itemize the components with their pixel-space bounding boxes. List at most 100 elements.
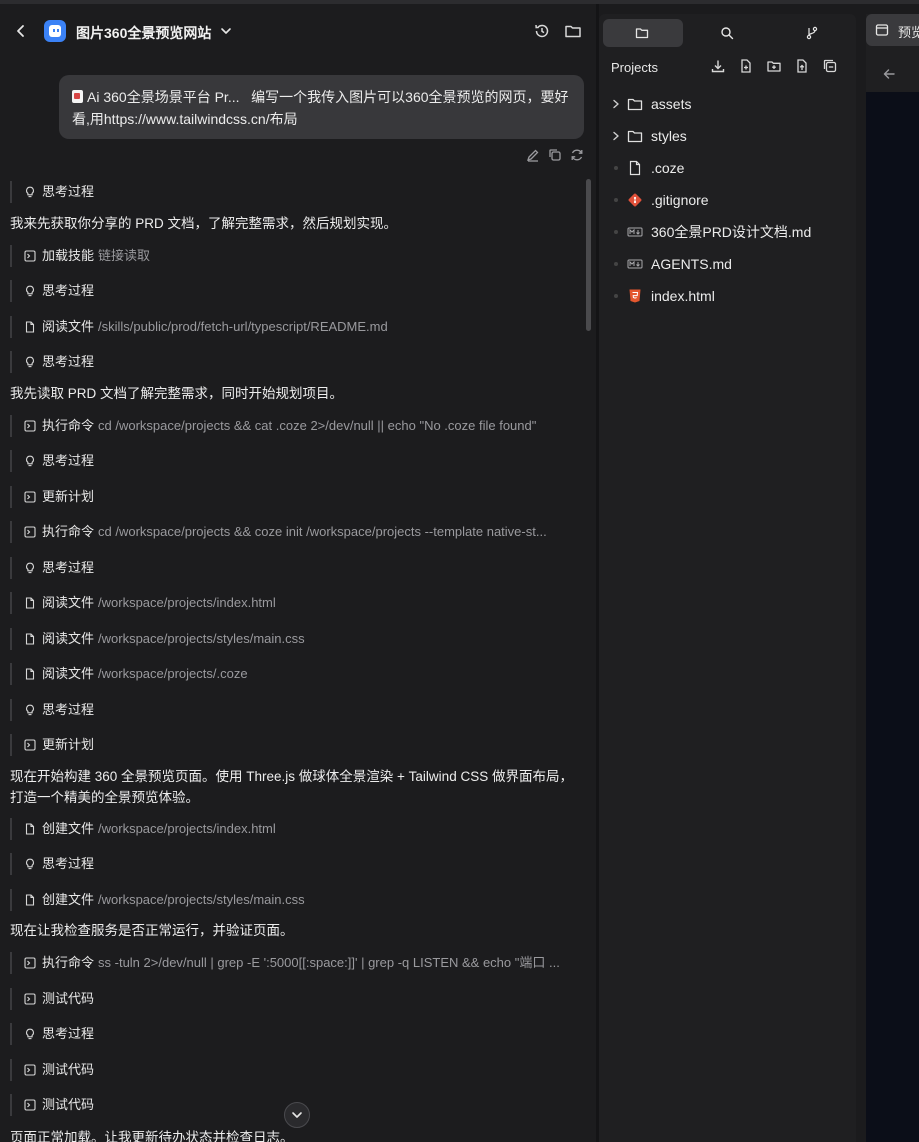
file-name: .coze bbox=[651, 160, 685, 176]
step-detail: ss -tuln 2>/dev/null | grep -E ':5000[[:… bbox=[98, 955, 560, 970]
step-label: 阅读文件/workspace/projects/.coze bbox=[42, 663, 248, 685]
lightbulb-icon bbox=[26, 704, 34, 716]
tab-search[interactable] bbox=[688, 19, 768, 47]
terminal-icon bbox=[24, 526, 36, 538]
tree-folder[interactable]: assets bbox=[599, 92, 856, 116]
step-label: 阅读文件/skills/public/prod/fetch-url/typesc… bbox=[42, 316, 388, 338]
agent-step[interactable]: 执行命令 cd /workspace/projects && coze init … bbox=[10, 521, 547, 543]
chevron-down-icon bbox=[292, 1112, 302, 1118]
agent-step[interactable]: 思考过程 bbox=[10, 181, 94, 203]
step-label: 执行命令 cd /workspace/projects && coze init … bbox=[42, 521, 547, 543]
agent-step[interactable]: 测试代码 bbox=[10, 1094, 94, 1116]
agent-step[interactable]: 测试代码 bbox=[10, 988, 94, 1010]
arrow-left-icon[interactable] bbox=[882, 67, 896, 81]
file-name: AGENTS.md bbox=[651, 256, 732, 272]
agent-step[interactable]: 阅读文件/workspace/projects/.coze bbox=[10, 663, 248, 685]
chat-header: 图片360全景预览网站 bbox=[0, 4, 596, 58]
terminal-icon bbox=[24, 957, 36, 969]
agent-step[interactable]: 创建文件/workspace/projects/styles/main.css bbox=[10, 889, 305, 911]
agent-step[interactable]: 思考过程 bbox=[10, 280, 94, 302]
terminal-icon bbox=[24, 420, 36, 432]
history-icon[interactable] bbox=[533, 22, 551, 40]
download-icon[interactable] bbox=[710, 58, 726, 74]
terminal-icon bbox=[24, 491, 36, 503]
chat-title[interactable]: 图片360全景预览网站 bbox=[76, 23, 211, 43]
step-title: 思考过程 bbox=[42, 184, 95, 199]
step-title: 阅读文件 bbox=[42, 595, 95, 610]
step-title: 思考过程 bbox=[42, 283, 95, 298]
scroll-to-bottom-button[interactable] bbox=[284, 1102, 310, 1128]
agent-step[interactable]: 执行命令 ss -tuln 2>/dev/null | grep -E ':500… bbox=[10, 952, 560, 974]
tab-source-control[interactable] bbox=[773, 19, 853, 47]
preview-canvas[interactable] bbox=[866, 92, 919, 1142]
back-arrow-icon[interactable] bbox=[12, 22, 30, 40]
step-detail: cd /workspace/projects && coze init /wor… bbox=[98, 524, 547, 539]
agent-step[interactable]: 测试代码 bbox=[10, 1059, 94, 1081]
agent-step[interactable]: 阅读文件/workspace/projects/index.html bbox=[10, 592, 276, 614]
step-label: 思考过程 bbox=[42, 557, 98, 579]
agent-step[interactable]: 阅读文件/workspace/projects/styles/main.css bbox=[10, 628, 305, 650]
step-title: 阅读文件 bbox=[42, 319, 95, 334]
terminal-icon bbox=[24, 1099, 36, 1111]
step-label: 加载技能 链接读取 bbox=[42, 245, 150, 267]
assistant-paragraph: 页面正常加载。让我更新待办状态并检查日志。 bbox=[10, 1130, 294, 1142]
chevron-right-icon[interactable] bbox=[611, 130, 621, 142]
file-name: .gitignore bbox=[651, 192, 709, 208]
tab-preview[interactable]: 预览 bbox=[866, 14, 919, 46]
file-icon bbox=[25, 894, 35, 906]
step-label: 思考过程 bbox=[42, 351, 98, 373]
pdf-attachment-icon[interactable] bbox=[72, 90, 83, 103]
chevron-down-icon[interactable] bbox=[219, 24, 233, 38]
new-file-icon[interactable] bbox=[738, 58, 754, 74]
step-label: 阅读文件/workspace/projects/styles/main.css bbox=[42, 628, 305, 650]
assistant-paragraph: 我先读取 PRD 文档了解完整需求，同时开始规划项目。 bbox=[10, 386, 344, 401]
agent-step[interactable]: 更新计划 bbox=[10, 734, 94, 756]
tree-file[interactable]: .coze bbox=[599, 156, 856, 180]
tree-file[interactable]: 360全景PRD设计文档.md bbox=[599, 220, 856, 244]
file-name: 360全景PRD设计文档.md bbox=[651, 224, 812, 240]
browser-window-icon bbox=[875, 24, 889, 36]
regenerate-icon[interactable] bbox=[569, 147, 585, 163]
copy-icon[interactable] bbox=[547, 147, 563, 163]
step-title: 思考过程 bbox=[42, 560, 95, 575]
step-title: 思考过程 bbox=[42, 702, 95, 717]
agent-step[interactable]: 创建文件/workspace/projects/index.html bbox=[10, 818, 276, 840]
app-logo-icon bbox=[44, 20, 66, 42]
step-title: 测试代码 bbox=[42, 1062, 95, 1077]
tree-folder[interactable]: styles bbox=[599, 124, 856, 148]
attachment-name[interactable]: Ai 360全景场景平台 Pr... bbox=[87, 89, 239, 105]
tree-file[interactable]: AGENTS.md bbox=[599, 252, 856, 276]
collapse-all-icon[interactable] bbox=[822, 58, 838, 74]
chevron-right-icon[interactable] bbox=[611, 98, 621, 110]
agent-step[interactable]: 思考过程 bbox=[10, 351, 94, 373]
user-message-bubble: Ai 360全景场景平台 Pr... 编写一个我传入图片可以360全景预览的网页… bbox=[59, 75, 584, 139]
agent-step[interactable]: 思考过程 bbox=[10, 450, 94, 472]
agent-step[interactable]: 思考过程 bbox=[10, 699, 94, 721]
preview-nav-bar bbox=[866, 54, 919, 93]
git-icon bbox=[628, 193, 642, 207]
file-icon bbox=[25, 823, 35, 835]
tab-files[interactable] bbox=[603, 19, 683, 47]
file-name: assets bbox=[651, 96, 692, 112]
agent-step[interactable]: 更新计划 bbox=[10, 486, 94, 508]
markdown-icon bbox=[627, 227, 643, 237]
chat-scrollbar[interactable] bbox=[586, 179, 591, 331]
step-title: 更新计划 bbox=[42, 737, 95, 752]
agent-step[interactable]: 思考过程 bbox=[10, 853, 94, 875]
step-label: 测试代码 bbox=[42, 1094, 98, 1116]
tree-file[interactable]: index.html bbox=[599, 284, 856, 308]
step-label: 思考过程 bbox=[42, 450, 98, 472]
agent-step[interactable]: 阅读文件/skills/public/prod/fetch-url/typesc… bbox=[10, 316, 388, 338]
agent-step[interactable]: 执行命令 cd /workspace/projects && cat .coze … bbox=[10, 415, 536, 437]
folder-icon[interactable] bbox=[564, 22, 582, 40]
step-title: 测试代码 bbox=[42, 1097, 95, 1112]
new-folder-icon[interactable] bbox=[766, 58, 782, 74]
upload-file-icon[interactable] bbox=[794, 58, 810, 74]
agent-step[interactable]: 思考过程 bbox=[10, 1023, 94, 1045]
tree-bullet bbox=[614, 230, 618, 234]
agent-step[interactable]: 加载技能 链接读取 bbox=[10, 245, 150, 267]
step-title: 阅读文件 bbox=[42, 631, 95, 646]
agent-step[interactable]: 思考过程 bbox=[10, 557, 94, 579]
edit-icon[interactable] bbox=[525, 147, 541, 163]
tree-file[interactable]: .gitignore bbox=[599, 188, 856, 212]
